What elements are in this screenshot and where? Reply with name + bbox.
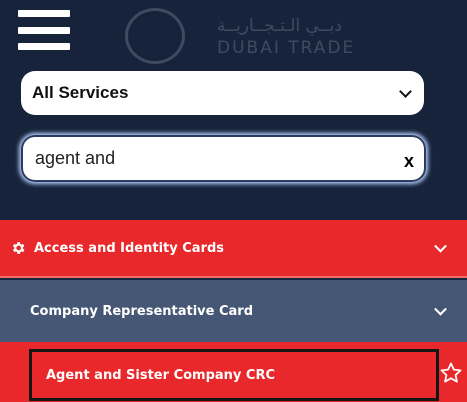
service-filter-select[interactable]: All Services xyxy=(21,71,424,115)
dubai-trade-logo[interactable]: دبــي الـتـجــاريــة DUBAI TRADE xyxy=(125,8,375,64)
logo-english-text: DUBAI TRADE xyxy=(217,38,356,58)
hamburger-bar xyxy=(18,26,70,34)
star-icon[interactable] xyxy=(439,361,463,385)
clear-search-button[interactable]: x xyxy=(404,151,414,172)
chevron-down-icon xyxy=(434,302,447,316)
subcategory-company-representative-card[interactable]: Company Representative Card xyxy=(0,280,467,342)
subcategory-label: Company Representative Card xyxy=(30,303,254,319)
logo-emblem-icon xyxy=(125,8,185,64)
search-input[interactable] xyxy=(35,143,404,174)
logo-arabic-text: دبــي الـتـجــاريــة xyxy=(217,16,342,36)
hamburger-bar xyxy=(18,10,70,17)
hamburger-menu-icon[interactable] xyxy=(18,10,70,50)
service-item-label: Agent and Sister Company CRC xyxy=(46,367,276,383)
category-label: Access and Identity Cards xyxy=(34,240,225,256)
service-item-agent-sister-company-crc[interactable]: Agent and Sister Company CRC xyxy=(29,349,439,401)
page: دبــي الـتـجــاريــة DUBAI TRADE All Ser… xyxy=(0,0,467,402)
service-filter-value: All Services xyxy=(32,83,129,102)
search-box: x xyxy=(21,135,426,182)
chevron-down-icon xyxy=(434,239,447,253)
chevron-down-icon xyxy=(399,84,412,98)
header: دبــي الـتـجــاريــة DUBAI TRADE xyxy=(0,0,467,64)
gear-icon xyxy=(12,242,25,254)
category-access-identity-cards[interactable]: Access and Identity Cards xyxy=(0,220,467,278)
service-item-row: Agent and Sister Company CRC xyxy=(0,342,467,402)
hamburger-bar xyxy=(18,43,70,50)
